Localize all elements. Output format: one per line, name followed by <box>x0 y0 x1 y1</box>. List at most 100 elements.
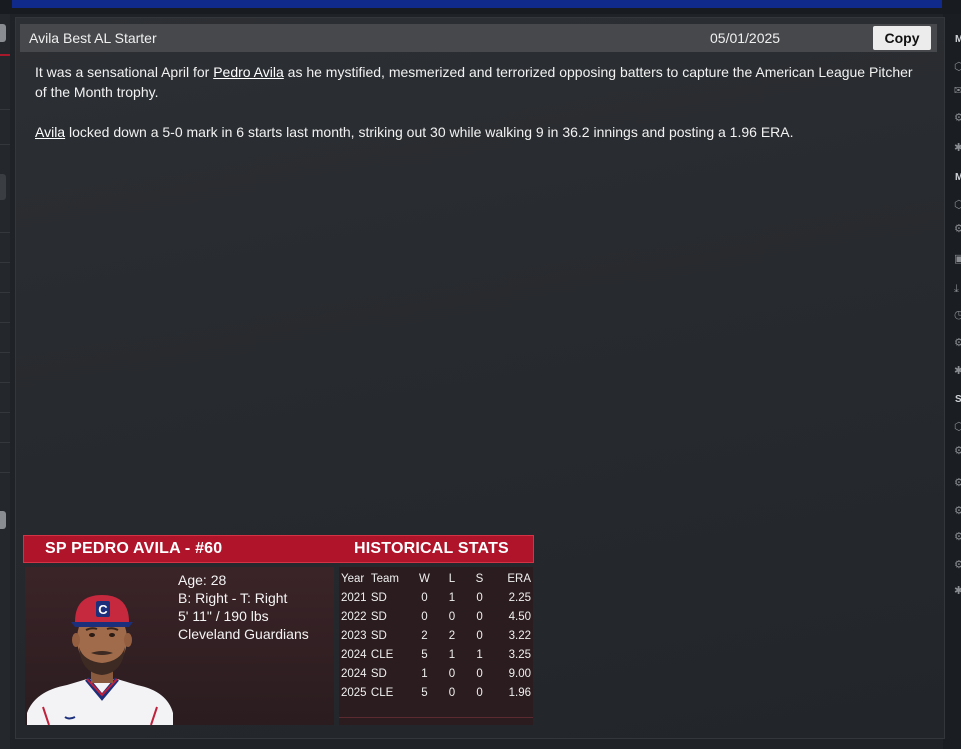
left-scroll-knob[interactable] <box>0 24 6 42</box>
cell-team: SD <box>370 667 387 680</box>
cell-w: 0 <box>421 591 428 604</box>
left-divider <box>0 262 10 263</box>
left-divider <box>0 292 10 293</box>
cell-s: 0 <box>476 610 483 623</box>
copy-button[interactable]: Copy <box>873 26 931 50</box>
nav-icon[interactable]: ⬡ <box>954 60 961 74</box>
gear-icon[interactable]: ⚙ <box>954 558 961 572</box>
stats-header-row: Year Team W L S ERA <box>339 569 533 588</box>
stats-row: 2024 CLE 5 1 1 3.25 <box>339 645 533 664</box>
cell-team: SD <box>370 629 387 642</box>
gear-icon[interactable]: ⚙ <box>954 111 961 125</box>
player-bats-throws: B: Right - T: Right <box>178 590 288 606</box>
nav-icon[interactable]: ⬡ <box>954 420 961 434</box>
player-height-weight: 5' 11" / 190 lbs <box>178 608 269 624</box>
left-divider <box>0 109 10 110</box>
cell-l: 1 <box>448 591 456 604</box>
article-title: Avila Best AL Starter <box>29 30 157 46</box>
cell-w: 2 <box>421 629 428 642</box>
puzzle-icon[interactable]: ✱ <box>954 141 961 155</box>
news-article-panel: Avila Best AL Starter 05/01/2025 Copy It… <box>15 17 945 739</box>
historical-stats-title: HISTORICAL STATS <box>354 540 509 557</box>
copy-icon[interactable]: ▣ <box>954 252 961 266</box>
stats-row: 2021 SD 0 1 0 2.25 <box>339 588 533 607</box>
player-link[interactable]: Pedro Avila <box>213 64 284 80</box>
player-bio: Age: 28 B: Right - T: Right 5' 11" / 190… <box>178 571 309 643</box>
left-divider <box>0 232 10 233</box>
gear-icon[interactable]: ⚙ <box>954 530 961 544</box>
download-icon[interactable]: ⤓ <box>954 282 961 296</box>
top-accent-bar <box>12 0 942 8</box>
right-sidebar-edge: M ⬡ ✉ ⚙ ✱ M ⬡ ⚙ ▣ ⤓ ◷ ⚙ ✱ S ⬡ ⚙ ⚙ ⚙ ⚙ ⚙ … <box>943 14 961 749</box>
cell-year: 2024 <box>341 648 367 661</box>
cell-s: 0 <box>476 667 483 680</box>
left-scroll-knob[interactable] <box>0 511 6 529</box>
col-w[interactable]: W <box>411 569 439 588</box>
puzzle-icon[interactable]: ✱ <box>954 584 961 598</box>
gear-icon[interactable]: ⚙ <box>954 444 961 458</box>
player-card: SP PEDRO AVILA - #60 HISTORICAL STATS C … <box>23 535 534 725</box>
cell-l: 0 <box>448 686 456 699</box>
left-divider <box>0 322 10 323</box>
cell-l: 0 <box>448 667 456 680</box>
article-header: Avila Best AL Starter 05/01/2025 Copy <box>20 24 937 52</box>
player-link[interactable]: Avila <box>35 124 65 140</box>
cell-w: 1 <box>421 667 428 680</box>
stats-row: 2023 SD 2 2 0 3.22 <box>339 626 533 645</box>
cell-year: 2022 <box>341 610 367 623</box>
gear-icon[interactable]: ⚙ <box>954 222 961 236</box>
cell-w: 5 <box>421 686 428 699</box>
right-section-letter: M <box>955 34 961 45</box>
article-body: It was a sensational April for Pedro Avi… <box>35 62 915 162</box>
right-section-letter: M <box>955 172 961 183</box>
mail-icon[interactable]: ✉ <box>954 84 961 98</box>
cell-year: 2021 <box>341 591 367 604</box>
left-divider <box>0 412 10 413</box>
cell-era: 1.96 <box>508 686 531 699</box>
cell-era: 9.00 <box>508 667 531 680</box>
cell-team: SD <box>370 610 387 623</box>
cell-era: 3.25 <box>508 648 531 661</box>
clock-icon[interactable]: ◷ <box>954 308 961 322</box>
cell-year: 2025 <box>341 686 367 699</box>
left-divider <box>0 472 10 473</box>
article-date: 05/01/2025 <box>710 30 781 46</box>
left-divider <box>0 144 10 145</box>
cell-s: 0 <box>476 591 483 604</box>
cell-era: 4.50 <box>508 610 531 623</box>
col-s[interactable]: S <box>466 569 494 588</box>
col-era[interactable]: ERA <box>493 569 533 588</box>
player-info-panel: C Age: 28 B: Right - T: Right 5' 11" / 1… <box>25 567 334 725</box>
cell-l: 1 <box>448 648 456 661</box>
gear-icon[interactable]: ⚙ <box>954 336 961 350</box>
stats-row: 2022 SD 0 0 0 4.50 <box>339 607 533 626</box>
left-tab[interactable] <box>0 174 6 200</box>
col-l[interactable]: L <box>438 569 466 588</box>
left-active-marker <box>0 54 10 56</box>
col-year[interactable]: Year <box>339 569 371 588</box>
puzzle-icon[interactable]: ✱ <box>954 364 961 378</box>
player-team[interactable]: Cleveland Guardians <box>178 625 309 643</box>
historical-stats-table: Year Team W L S ERA 2021 SD 0 1 0 2.25 2… <box>339 567 533 725</box>
left-sidebar-edge <box>0 14 10 749</box>
nav-icon[interactable]: ⬡ <box>954 198 961 212</box>
top-bar <box>0 0 961 14</box>
player-card-name[interactable]: SP PEDRO AVILA - #60 <box>45 540 222 558</box>
cell-year: 2024 <box>341 667 367 680</box>
gear-icon[interactable]: ⚙ <box>954 504 961 518</box>
cell-w: 0 <box>421 610 428 623</box>
player-portrait: C <box>27 595 173 725</box>
article-paragraph: Avila locked down a 5-0 mark in 6 starts… <box>35 122 915 142</box>
cell-s: 0 <box>476 686 483 699</box>
cell-era: 2.25 <box>508 591 531 604</box>
gear-icon[interactable]: ⚙ <box>954 476 961 490</box>
cell-era: 3.22 <box>508 629 531 642</box>
cap-logo: C <box>98 602 108 617</box>
col-team[interactable]: Team <box>371 569 411 588</box>
cell-team: CLE <box>370 648 394 661</box>
cell-w: 5 <box>421 648 428 661</box>
stats-row: 2025 CLE 5 0 0 1.96 <box>339 683 533 702</box>
paragraph-text: It was a sensational April for <box>35 64 214 80</box>
player-card-header: SP PEDRO AVILA - #60 HISTORICAL STATS <box>23 535 534 563</box>
cell-l: 2 <box>448 629 456 642</box>
